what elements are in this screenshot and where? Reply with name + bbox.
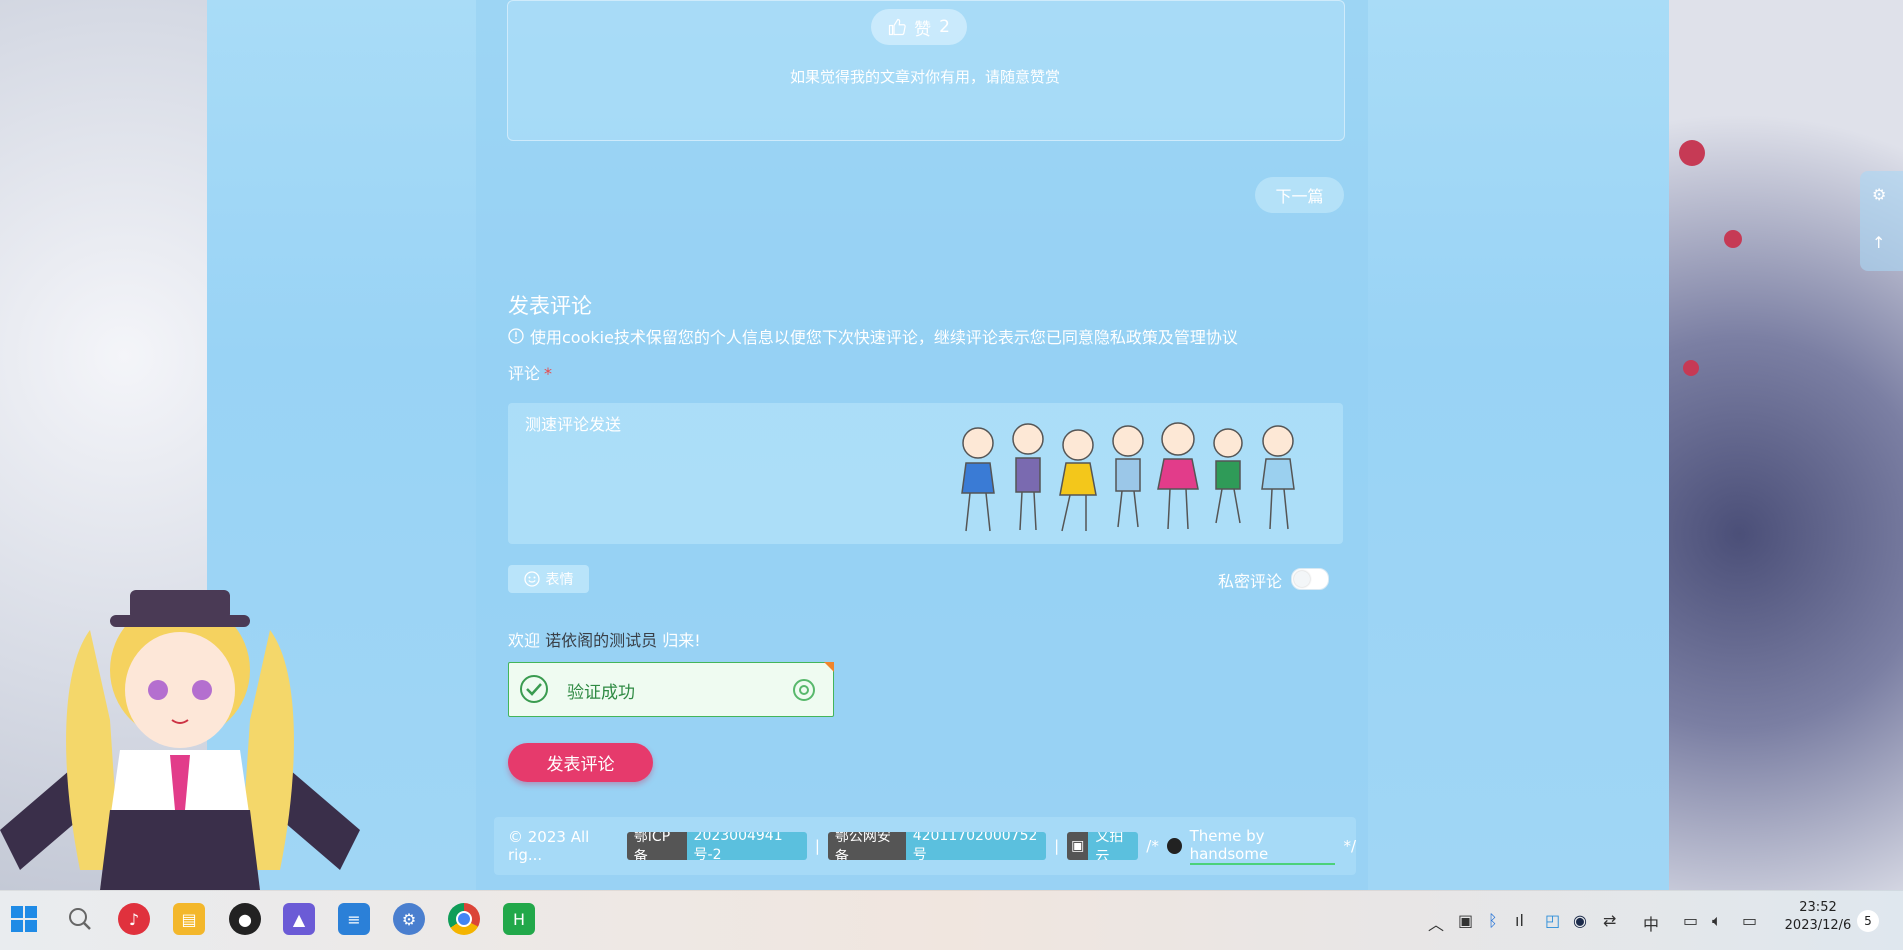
bluetooth-icon[interactable]: ᛒ (1488, 911, 1498, 930)
volume-icon[interactable]: 🔈︎ (1712, 911, 1722, 931)
like-button[interactable]: 赞 2 (871, 9, 967, 45)
reward-text: 如果觉得我的文章对你有用，请随意赞赏 (789, 68, 1060, 86)
welcome-suffix: 归来! (662, 631, 701, 650)
cookie-notice-text: 使用cookie技术保留您的个人信息以便您下次快速评论，继续评论表示您已同意隐私… (530, 328, 1238, 347)
photos-icon[interactable]: ▲ (283, 903, 315, 935)
input-method-icon[interactable]: 中 (1643, 911, 1659, 935)
smile-icon (523, 571, 540, 587)
netease-music-icon[interactable]: ♪ (118, 903, 150, 935)
welcome-message: 欢迎 诺依阁的测试员 归来! (508, 627, 701, 651)
welcome-prefix: 欢迎 (508, 631, 541, 650)
private-comment-toggle[interactable] (1291, 568, 1329, 590)
back-to-top-icon[interactable]: ↑ (1872, 233, 1892, 253)
battery-icon[interactable]: ▭ (1742, 911, 1757, 930)
footer-separator: | (814, 837, 820, 855)
side-toolbar: ⚙ ↑ (1860, 171, 1903, 271)
required-mark: * (544, 364, 553, 383)
icp-value: 2023004941号-2 (686, 832, 807, 860)
theme-link[interactable]: Theme by handsome (1189, 827, 1336, 865)
next-post-button[interactable]: 下一篇 (1255, 177, 1344, 213)
icp-badge[interactable]: 鄂ICP备 2023004941号-2 (626, 832, 807, 860)
check-circle-icon (520, 675, 548, 703)
hbuilder-icon[interactable]: H (503, 903, 535, 935)
cdn-badge[interactable]: ▣ 又拍云 (1067, 832, 1139, 860)
clock-date: 2023/12/6 (1784, 918, 1852, 933)
petal-decoration (1679, 140, 1705, 166)
footer-separator: | (1054, 837, 1060, 855)
cdn-label: 又拍云 (1088, 832, 1139, 860)
comment-section-title: 发表评论 (508, 294, 592, 318)
petal-decoration (1683, 360, 1699, 376)
copyright-text: © 2023 All rig... (508, 828, 590, 864)
comment-label-text: 评论 (508, 364, 541, 383)
icp-key: 鄂ICP备 (626, 832, 687, 860)
theme-logo-icon (1166, 838, 1182, 854)
chevron-up-icon[interactable]: ︿ (1428, 911, 1444, 935)
comment-field-label: 评论 * (508, 360, 552, 384)
kids-illustration (961, 422, 1295, 532)
chrome-icon[interactable] (448, 903, 480, 935)
notification-badge[interactable]: 5 (1857, 910, 1879, 932)
thumbs-up-icon (888, 18, 906, 36)
start-icon[interactable] (8, 903, 40, 935)
file-explorer-icon[interactable]: ▤ (173, 903, 205, 935)
emoji-button[interactable]: 表情 (508, 565, 589, 593)
steam-icon[interactable]: ◉ (1573, 911, 1587, 930)
app-tray-icon[interactable]: ▣ (1458, 911, 1473, 930)
theme-prefix: /* (1146, 837, 1159, 855)
captcha-corner-badge (824, 662, 834, 672)
toggle-knob (1294, 571, 1310, 587)
captcha-logo-icon (793, 679, 815, 701)
theme-suffix: */ (1343, 837, 1356, 855)
emoji-label: 表情 (545, 572, 574, 588)
settings-app-icon[interactable]: ⚙ (393, 903, 425, 935)
like-label: 赞 (914, 19, 932, 40)
search-icon[interactable] (64, 903, 96, 935)
comment-textarea-value: 测速评论发送 (525, 415, 622, 434)
meter-icon[interactable]: ıl (1515, 911, 1524, 930)
police-badge[interactable]: 鄂公网安备 42011702000752号 (827, 832, 1047, 860)
private-comment-label: 私密评论 (1218, 572, 1283, 591)
captcha-status: 验证成功 (567, 683, 635, 703)
submit-comment-button[interactable]: 发表评论 (508, 743, 653, 782)
cookie-notice: 使用cookie技术保留您的个人信息以便您下次快速评论，继续评论表示您已同意隐私… (508, 324, 1238, 348)
anime-mascot (0, 590, 360, 890)
tune-icon[interactable]: ⇄ (1603, 911, 1616, 930)
captcha-widget[interactable]: 验证成功 (508, 662, 834, 717)
netease-tray-icon[interactable]: ◰ (1545, 911, 1560, 930)
display-icon[interactable]: ▭ (1683, 911, 1698, 930)
qq-icon[interactable]: ● (229, 903, 261, 935)
police-value: 42011702000752号 (905, 832, 1047, 860)
comment-textarea[interactable]: 测速评论发送 (508, 403, 1343, 544)
cdn-logo-icon: ▣ (1067, 832, 1089, 860)
police-key: 鄂公网安备 (827, 832, 906, 860)
like-count: 2 (939, 17, 950, 37)
desktop-wallpaper-right (1669, 0, 1903, 890)
user-name: 诺依阁的测试员 (545, 631, 658, 650)
petal-decoration (1724, 230, 1742, 248)
settings-gear-icon[interactable]: ⚙ (1872, 185, 1892, 205)
system-clock[interactable]: 23:52 2023/12/6 (1778, 899, 1858, 935)
info-icon (508, 328, 524, 344)
site-footer: © 2023 All rig... 鄂ICP备 2023004941号-2 | 鄂… (494, 817, 1356, 875)
clock-time: 23:52 (1799, 900, 1837, 915)
notepad-icon[interactable]: ≡ (338, 903, 370, 935)
taskbar: ♪ ▤ ● ▲ ≡ ⚙ H ︿ ▣ ᛒ ıl ◰ ◉ ⇄ 中 ▭ 🔈︎ ▭ 23… (0, 890, 1903, 950)
